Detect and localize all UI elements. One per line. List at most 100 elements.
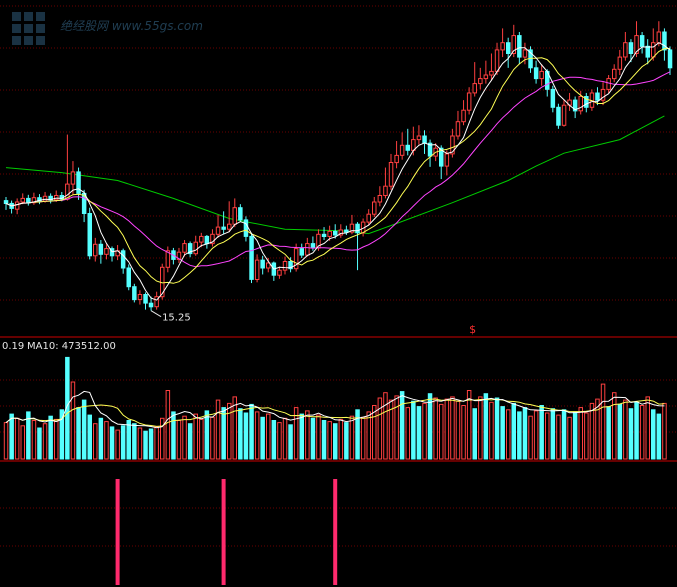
volume-bar [282, 417, 288, 460]
candle [126, 264, 131, 291]
candle-body [639, 35, 645, 47]
volume-bar [137, 427, 143, 460]
candle-body [483, 74, 489, 80]
candle-body [444, 153, 450, 167]
candle-body [14, 201, 20, 210]
volume-bar [427, 393, 433, 460]
candle-body [148, 302, 154, 308]
candle-body [533, 67, 539, 80]
candle-body [193, 241, 198, 255]
candle-body [120, 250, 126, 269]
volume-bar [606, 406, 611, 460]
candle-body [143, 294, 148, 304]
candle-body [466, 92, 472, 111]
volume-bar [634, 401, 639, 460]
volume-bar [93, 423, 98, 460]
volume-bar [37, 427, 42, 460]
volume-bar [70, 381, 76, 460]
candle-body [243, 219, 249, 237]
candle-body [344, 229, 349, 233]
volume-bar [478, 396, 483, 460]
candle-body [42, 195, 48, 202]
candle-body [199, 235, 204, 243]
volume-bar [612, 392, 617, 460]
volume-bar [444, 398, 450, 460]
volume-bar [411, 400, 416, 460]
candle-body [26, 197, 31, 204]
candle-body [204, 235, 210, 245]
volume-bar [528, 415, 533, 460]
candle-body [494, 49, 500, 72]
volume-bar [556, 414, 561, 460]
volume-bar [254, 411, 260, 460]
volume-bar [327, 421, 332, 460]
candle-body [366, 213, 371, 223]
volume-bar [221, 407, 226, 460]
volume-bar [338, 418, 344, 460]
signal-bar [221, 479, 226, 585]
volume-bar [550, 408, 556, 460]
volume-bar [266, 413, 271, 460]
volume-bar [572, 411, 578, 460]
volume-bar [215, 399, 221, 460]
candle-body [299, 248, 304, 256]
volume-bar [14, 417, 20, 460]
volume-bar [506, 409, 511, 460]
volume-bar [355, 409, 360, 460]
candle-body [249, 235, 254, 280]
candle-body [70, 171, 76, 185]
volume-bar [243, 412, 249, 460]
candle-body [126, 267, 131, 288]
volume-bar [399, 391, 405, 460]
volume-bar [533, 410, 539, 460]
candle-body [455, 121, 461, 137]
candle-body [132, 286, 137, 301]
volume-bar [271, 420, 277, 460]
volume-bar [187, 423, 193, 460]
volume-bar [305, 410, 310, 460]
candle-body [628, 42, 634, 55]
chart-background [0, 0, 677, 587]
volume-bar [500, 406, 505, 460]
candle-body [578, 96, 583, 112]
volume-bar [344, 422, 349, 460]
volume-bar [383, 392, 388, 460]
candle-body [282, 261, 288, 271]
volume-bar [288, 424, 293, 460]
volume-bar [405, 407, 410, 460]
volume-bar [545, 412, 550, 460]
volume-bar [120, 425, 126, 460]
candle-body [388, 162, 394, 187]
watermark-text: 绝经股网 www.55gs.com [60, 19, 203, 33]
volume-bar [299, 413, 304, 460]
volume-bar [115, 429, 120, 460]
candle-body [399, 144, 405, 156]
volume-bar [182, 415, 187, 460]
volume-bar [422, 402, 427, 460]
volume-bar [645, 396, 650, 460]
candle-body [500, 42, 505, 51]
candle-body [656, 31, 662, 44]
volume-bar [76, 407, 81, 460]
volume-bar [584, 412, 589, 460]
candle-body [561, 104, 567, 126]
volume-bar [132, 423, 137, 460]
candle-body [260, 259, 265, 269]
candle [87, 207, 92, 260]
volume-bar [483, 393, 489, 460]
volume-bar [439, 403, 444, 460]
candle-body [305, 243, 310, 256]
volume-bar [277, 422, 282, 460]
candle-body [612, 68, 617, 80]
volume-bar [81, 399, 87, 460]
candle-body [310, 243, 316, 249]
candle-body [104, 248, 109, 255]
volume-bar [394, 395, 399, 460]
volume-bar [31, 420, 37, 460]
min-price-label: 15.25 [162, 313, 191, 324]
volume-bar [561, 409, 567, 460]
volume-prefix-label: 0.19 [2, 341, 24, 352]
candle-body [238, 207, 243, 221]
candle [556, 103, 561, 129]
candle-body [539, 70, 544, 80]
